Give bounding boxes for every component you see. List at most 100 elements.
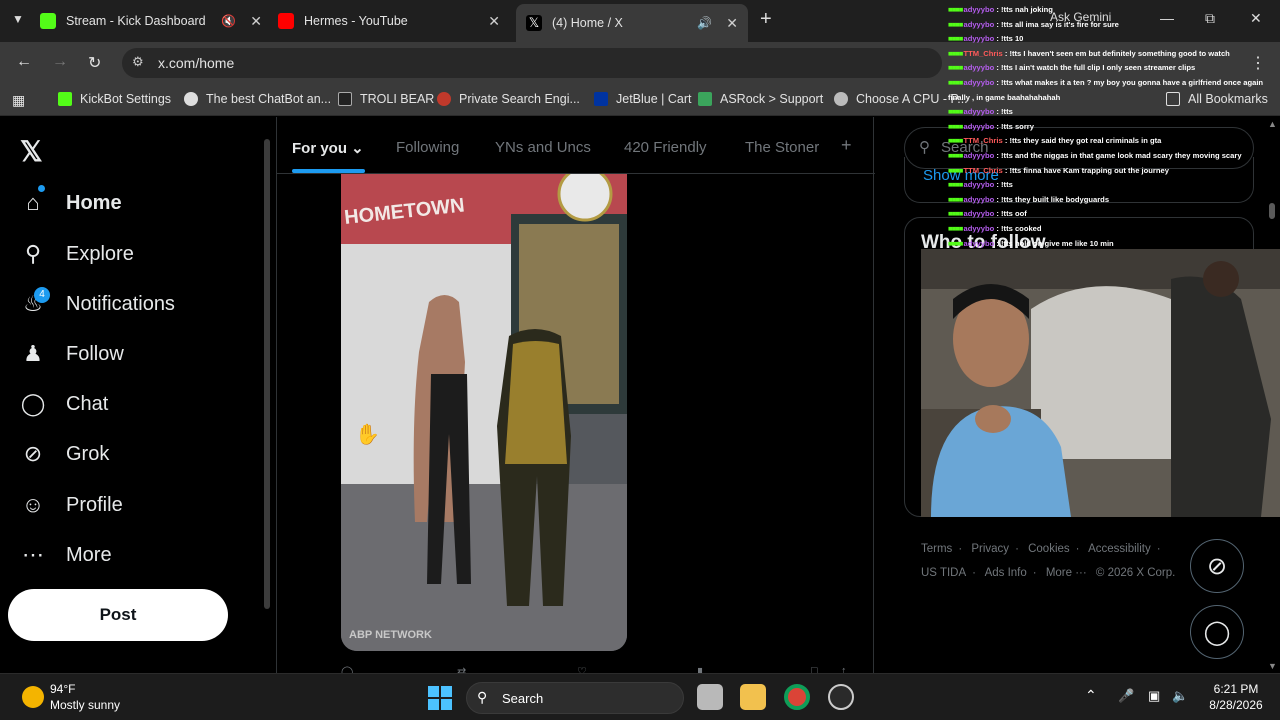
- x-logo-icon[interactable]: 𝕏: [20, 135, 43, 168]
- nav-profile[interactable]: ☺ Profile: [20, 492, 123, 518]
- sun-icon[interactable]: [22, 686, 44, 708]
- tab-kick-dashboard[interactable]: Stream - Kick Dashboard 🔇 ✕: [40, 6, 272, 36]
- nav-label: More: [66, 543, 112, 566]
- chat-message: ■■■■ TTM_Chris : !tts they said they got…: [948, 136, 1162, 146]
- obs-icon[interactable]: [828, 684, 854, 710]
- grok-fab-button[interactable]: ⊘: [1190, 539, 1244, 593]
- chat-message: ■■■■ adyyybo : !tts they built like body…: [948, 194, 1110, 204]
- url-text[interactable]: x.com/home: [158, 55, 234, 71]
- reload-icon[interactable]: ↻: [88, 53, 101, 73]
- x-icon: 𝕏: [526, 15, 542, 31]
- bookmark-jetblue[interactable]: JetBlue | Cart: [594, 92, 692, 106]
- post-button[interactable]: Post: [8, 589, 228, 641]
- person-icon: ☺: [21, 492, 45, 517]
- close-tab-icon[interactable]: ✕: [488, 13, 500, 30]
- post-video[interactable]: HOMETOWN ABP NETWORK: [341, 174, 627, 651]
- messages-fab-button[interactable]: ◯: [1190, 605, 1244, 659]
- chat-badges-icon: ■■■■: [948, 136, 964, 146]
- show-hidden-icons-chevron-icon[interactable]: ⌃: [1085, 687, 1097, 704]
- like-icon[interactable]: ♡: [577, 665, 587, 673]
- task-view-icon[interactable]: [697, 684, 723, 710]
- nav-chat[interactable]: ◯ Chat: [20, 391, 109, 417]
- chat-message: ■■■■ adyyybo : !tts all ima say is it's …: [948, 19, 1119, 29]
- share-icon[interactable]: ↑: [841, 665, 847, 673]
- chat-badges-icon: ■■■■: [948, 48, 964, 58]
- footer-accessibility[interactable]: Accessibility: [1088, 543, 1151, 555]
- weather-temp[interactable]: 94°F: [50, 682, 75, 696]
- scroll-down-arrow-icon[interactable]: ▼: [1268, 661, 1277, 671]
- close-tab-icon[interactable]: ✕: [726, 15, 738, 32]
- clock-date[interactable]: 8/28/2026: [1196, 698, 1276, 712]
- weather-desc[interactable]: Mostly sunny: [50, 698, 120, 712]
- file-explorer-icon[interactable]: [740, 684, 766, 710]
- webcam-overlay: [921, 249, 1280, 517]
- nav-explore[interactable]: ⚲ Explore: [20, 241, 134, 267]
- microphone-icon[interactable]: 🎤: [1118, 688, 1134, 704]
- repost-icon[interactable]: ⇄: [457, 665, 466, 673]
- bookmark-kickbot[interactable]: KickBot Settings: [58, 92, 171, 106]
- tab-following[interactable]: Following: [396, 139, 459, 156]
- clock-time[interactable]: 6:21 PM: [1196, 682, 1276, 696]
- footer-privacy[interactable]: Privacy: [971, 543, 1009, 555]
- bookmark-icon[interactable]: □: [811, 665, 818, 673]
- speaker-icon[interactable]: 🔊: [697, 16, 712, 30]
- footer-us-tida[interactable]: US TIDA: [921, 567, 966, 579]
- chat-badges-icon: ■■■■: [948, 77, 964, 87]
- scrollbar[interactable]: [262, 125, 272, 665]
- tab-x-home[interactable]: 𝕏 (4) Home / X 🔊 ✕: [516, 4, 748, 42]
- video-watermark: ABP NETWORK: [349, 629, 432, 641]
- grok-icon: ⊘: [1206, 552, 1228, 580]
- video-frame: HOMETOWN: [341, 174, 627, 651]
- scrollbar-thumb[interactable]: [264, 139, 270, 609]
- back-arrow-icon[interactable]: ←: [16, 53, 32, 71]
- active-tab-underline: [292, 169, 365, 173]
- muted-speaker-icon[interactable]: 🔇: [221, 14, 236, 28]
- search-icon: ⚲: [477, 689, 488, 705]
- volume-icon[interactable]: 🔈: [1172, 688, 1188, 704]
- nav-label: Notifications: [66, 292, 175, 315]
- footer-more[interactable]: More ···: [1046, 567, 1087, 579]
- address-bar[interactable]: ⚙ x.com/home: [122, 48, 942, 78]
- diamond-icon: [184, 92, 198, 106]
- chat-badges-icon: ■■■■: [948, 180, 964, 190]
- nav-label: Home: [66, 191, 122, 214]
- taskbar-search[interactable]: ⚲ Search: [466, 682, 684, 714]
- nav-follow[interactable]: ♟ Follow: [20, 341, 124, 367]
- close-tab-icon[interactable]: ✕: [250, 13, 262, 30]
- feed-column: For you ⌄ Following YNs and Uncs 420 Fri…: [276, 117, 875, 673]
- nav-grok[interactable]: ⊘ Grok: [20, 441, 110, 467]
- reply-icon[interactable]: ◯: [341, 665, 353, 673]
- footer-cookies[interactable]: Cookies: [1028, 543, 1070, 555]
- tab-search-chevron-icon[interactable]: ▼: [12, 12, 24, 26]
- nav-home[interactable]: ⌂ Home: [20, 190, 122, 216]
- chat-message: ■■■■ adyyybo : !tts nah joking: [948, 5, 1053, 14]
- chat-message: ■■■■ adyyybo : !tts hold on give me like…: [948, 238, 1114, 248]
- tab-the-stoner[interactable]: The Stoner: [745, 139, 819, 156]
- windows-start-icon[interactable]: [428, 686, 452, 710]
- chrome-icon[interactable]: [784, 684, 810, 710]
- footer-terms[interactable]: Terms: [921, 543, 952, 555]
- windows-taskbar: 94°F Mostly sunny ⚲ Search ⌃ 🎤 ▣ 🔈 6:21 …: [0, 673, 1280, 720]
- tab-youtube[interactable]: Hermes - YouTube ✕: [278, 6, 510, 36]
- network-icon[interactable]: ▣: [1148, 688, 1160, 704]
- bookmark-troli-bear[interactable]: TROLI BEAR: [338, 92, 434, 106]
- tab-for-you[interactable]: For you ⌄: [292, 139, 364, 157]
- bookmark-chatbot[interactable]: The best ChatBot an...: [184, 92, 331, 106]
- apps-grid-icon[interactable]: ▦: [12, 92, 25, 109]
- hand-pointer-icon: ✋: [355, 424, 380, 446]
- bookmark-asrock[interactable]: ASRock > Support: [698, 92, 823, 106]
- views-icon[interactable]: ▮: [697, 665, 703, 673]
- bookmark-private-search[interactable]: Private Search Engi...: [437, 92, 580, 106]
- search-icon: ⚲: [919, 139, 930, 156]
- site-info-icon[interactable]: ⚙: [132, 54, 144, 70]
- nav-label: Follow: [66, 342, 124, 365]
- tab-420-friendly[interactable]: 420 Friendly: [624, 139, 707, 156]
- nav-more[interactable]: ⋯ More: [20, 542, 112, 568]
- forward-arrow-icon[interactable]: →: [52, 53, 68, 71]
- add-tab-icon[interactable]: +: [841, 135, 852, 156]
- tab-yns-and-uncs[interactable]: YNs and Uncs: [495, 139, 591, 156]
- kick-icon: [40, 13, 56, 29]
- new-tab-button[interactable]: +: [760, 8, 772, 31]
- home-icon: ⌂: [26, 190, 40, 215]
- footer-ads-info[interactable]: Ads Info: [985, 567, 1027, 579]
